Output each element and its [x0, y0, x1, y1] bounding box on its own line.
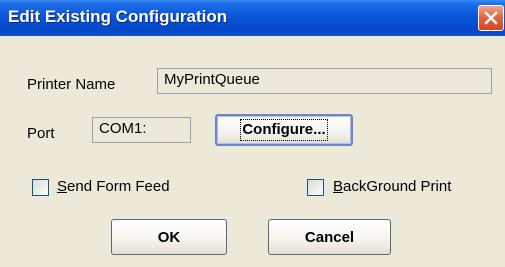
port-label: Port: [27, 125, 55, 142]
printer-name-value: MyPrintQueue: [164, 71, 260, 88]
printer-name-input[interactable]: MyPrintQueue: [157, 68, 492, 94]
close-button[interactable]: [478, 5, 504, 31]
close-icon: [484, 11, 498, 25]
background-print-mnemonic: B: [333, 178, 344, 195]
configure-button-label: Configure...: [240, 119, 328, 141]
ok-button-label: OK: [157, 228, 181, 246]
send-form-feed-label: Send Form Feed: [57, 178, 170, 195]
cancel-button[interactable]: Cancel: [268, 219, 391, 255]
send-form-feed-checkbox[interactable]: [32, 179, 49, 196]
port-value: COM1:: [99, 120, 147, 137]
background-print-label: BackGround Print: [333, 178, 451, 195]
port-input[interactable]: COM1:: [92, 117, 191, 143]
edit-configuration-dialog: Edit Existing Configuration Printer Name…: [0, 0, 505, 267]
send-form-feed-mnemonic: S: [57, 178, 68, 195]
cancel-button-label: Cancel: [304, 228, 355, 246]
title-bar[interactable]: Edit Existing Configuration: [0, 0, 505, 36]
send-form-feed-label-text: end Form Feed: [67, 178, 170, 195]
background-print-label-text: ackGround Print: [343, 178, 452, 195]
ok-button[interactable]: OK: [111, 219, 227, 255]
configure-button[interactable]: Configure...: [215, 114, 353, 146]
background-print-checkbox[interactable]: [307, 179, 324, 196]
printer-name-label: Printer Name: [27, 76, 116, 93]
window-title: Edit Existing Configuration: [8, 7, 228, 26]
